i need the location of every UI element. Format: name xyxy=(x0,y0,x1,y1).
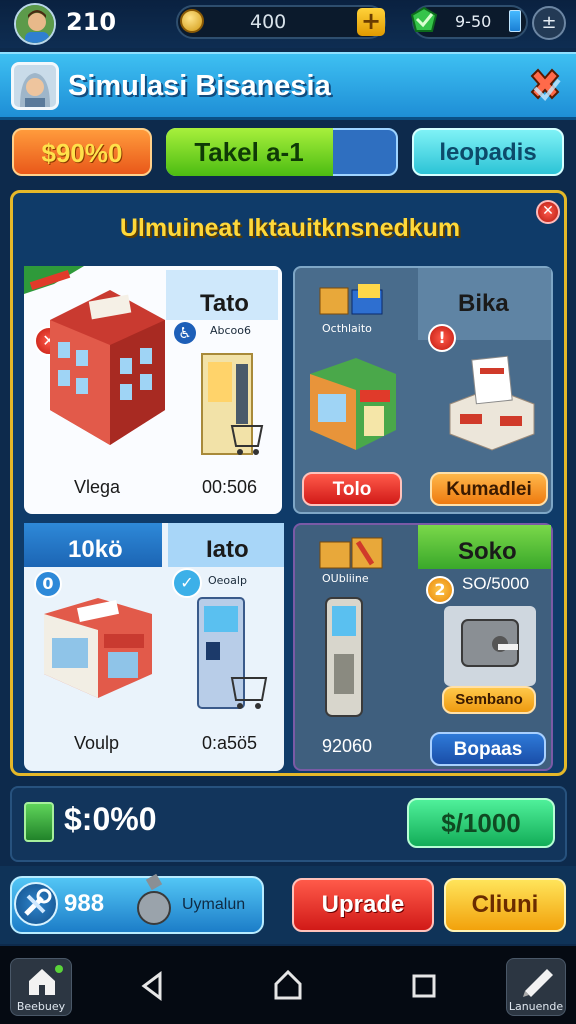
home-shortcut-label: Beebuey xyxy=(16,1000,66,1013)
potion-icon xyxy=(132,873,176,926)
character-portrait xyxy=(11,62,59,110)
add-coins-button[interactable]: + xyxy=(357,8,385,36)
card-4-collect-button[interactable]: Sembano xyxy=(442,686,536,714)
player-level: 210 xyxy=(66,8,117,36)
shop-building-icon xyxy=(306,354,398,458)
card-1-subtitle: Abcoo6 xyxy=(210,324,252,337)
card-1-name: Vlega xyxy=(74,477,121,497)
card-2-button-left[interactable]: Tolo xyxy=(302,472,402,506)
recents-nav-button[interactable] xyxy=(410,972,438,1000)
card-3-right-title: Iato xyxy=(206,536,249,563)
tool-label: Uymalun xyxy=(182,896,246,913)
buy-button[interactable]: $/1000 xyxy=(407,798,555,848)
card-4-subtitle: OUbliine xyxy=(322,572,369,585)
close-icon: ✕ xyxy=(542,203,554,219)
panel-title: Ulmuineat Iktauitknsnedkum xyxy=(119,214,461,242)
back-nav-button[interactable] xyxy=(138,970,168,1002)
tool-count: 988 xyxy=(64,890,105,917)
edit-shortcut-label: Lanuende xyxy=(508,1000,564,1013)
card-3-title: 10kö xyxy=(68,536,123,563)
home-nav-button[interactable] xyxy=(272,968,304,1002)
square-recents-icon xyxy=(412,974,436,998)
boxes-icon xyxy=(318,280,388,324)
card-2-subtitle: Octhlaito xyxy=(322,322,372,335)
page-title: Simulasi Bisanesia xyxy=(68,70,331,102)
cash-icon xyxy=(24,802,54,842)
card-1-timer: 00:506 xyxy=(202,477,258,497)
claim-button[interactable]: Cliuni xyxy=(444,878,566,932)
player-avatar[interactable] xyxy=(14,3,56,45)
card-1-title: Tato xyxy=(200,290,249,317)
card-3-name: Voulp xyxy=(74,733,120,753)
tab-takel-label: Takel a-1 xyxy=(194,137,304,167)
plus-minus-icon: ± xyxy=(541,12,557,33)
energy-icon xyxy=(509,10,521,32)
card-3-subtitle: Oeoalp xyxy=(208,574,247,587)
safe-icon xyxy=(444,606,536,686)
upgrade-button[interactable]: Uprade xyxy=(292,878,434,932)
gem-amount: 9-50 xyxy=(455,12,492,31)
close-x-icon xyxy=(530,68,561,102)
vending-machine-icon xyxy=(196,346,268,468)
card-2-badge: ! xyxy=(428,324,456,352)
office-building-icon xyxy=(40,280,170,454)
close-button[interactable] xyxy=(525,66,565,106)
card-4-button[interactable]: Bopaas xyxy=(430,732,546,766)
green-gem-icon xyxy=(408,5,440,37)
wheelchair-icon: ♿ xyxy=(174,322,196,344)
pencil-icon xyxy=(523,969,553,997)
card-2-title: Bika xyxy=(458,290,509,317)
ballot-box-icon xyxy=(446,354,538,458)
restaurant-building-icon xyxy=(38,594,158,708)
tab-money[interactable]: $90%0 xyxy=(12,128,152,176)
card-4-badge: 2 xyxy=(426,576,454,604)
coin-amount: 400 xyxy=(250,11,287,33)
card-2-button-right[interactable]: Kumadlei xyxy=(430,472,548,506)
home-nav-icon xyxy=(274,969,302,1000)
card-4-title: Soko xyxy=(458,538,517,565)
card-3-timer: 0:a5ö5 xyxy=(202,733,258,753)
payment-terminal-icon xyxy=(320,594,370,724)
tab-leopadis[interactable]: leopadis xyxy=(412,128,564,176)
house-icon xyxy=(29,965,63,995)
atm-machine-icon xyxy=(192,592,272,720)
settings-button[interactable]: ± xyxy=(532,6,566,40)
card-4-value: 92060 xyxy=(322,736,373,756)
coin-icon xyxy=(180,9,204,33)
back-triangle-icon xyxy=(141,971,162,1001)
wrench-icon xyxy=(14,882,58,926)
balance-amount: $:0%0 xyxy=(64,801,157,837)
card-4-progress: SO/5000 xyxy=(462,574,530,593)
